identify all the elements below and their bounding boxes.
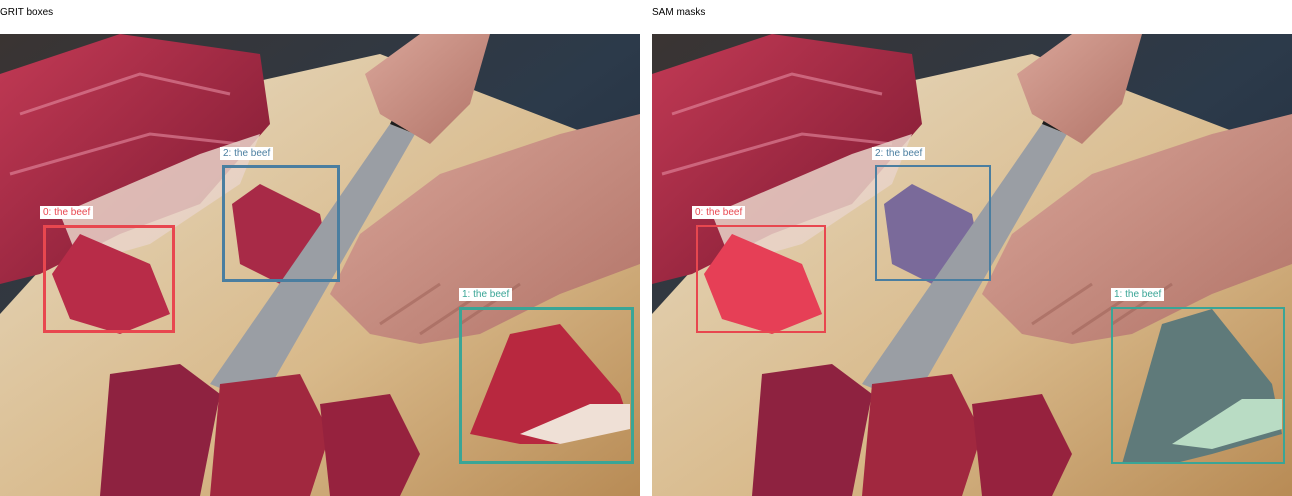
- mask-label-2: 2: the beef: [872, 147, 926, 160]
- mask-box-1: [1111, 307, 1285, 464]
- mask-label-1: 1: the beef: [1111, 288, 1165, 301]
- photo-sam: 0: the beef 1: the beef 2: the beef: [652, 34, 1292, 496]
- mask-box-2: [875, 165, 991, 281]
- bounding-box-0: [43, 225, 175, 333]
- photo-grit: 0: the beef 1: the beef 2: the beef: [0, 34, 640, 496]
- bounding-box-2: [222, 165, 340, 282]
- bounding-box-1: [459, 307, 634, 464]
- mask-box-0: [696, 225, 826, 333]
- panel-title-sam: SAM masks: [652, 7, 706, 18]
- box-label-0: 0: the beef: [40, 206, 94, 219]
- mask-label-0: 0: the beef: [692, 206, 746, 219]
- box-label-1: 1: the beef: [459, 288, 513, 301]
- box-label-2: 2: the beef: [220, 147, 274, 160]
- panel-title-grit: GRIT boxes: [0, 7, 54, 18]
